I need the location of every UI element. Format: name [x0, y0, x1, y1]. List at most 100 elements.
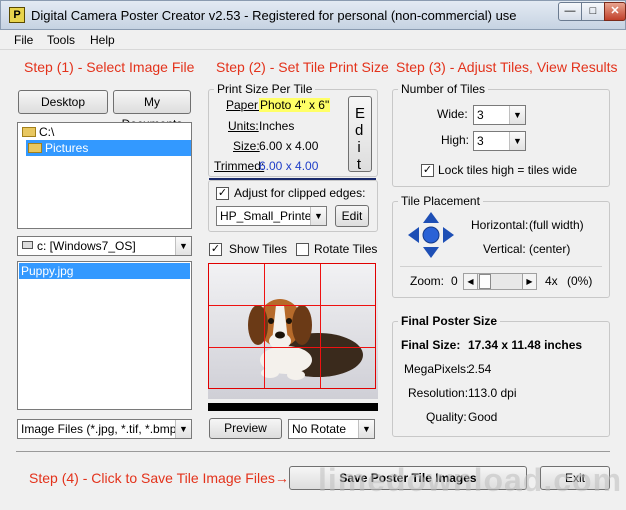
- tile-grid: [208, 263, 376, 389]
- chevron-down-icon: ▼: [175, 237, 191, 255]
- chevron-down-icon: ▼: [509, 106, 525, 124]
- chevron-down-icon: ▼: [509, 132, 525, 150]
- zoom-value: (0%): [567, 274, 593, 288]
- window-title: Digital Camera Poster Creator v2.53 - Re…: [31, 8, 517, 23]
- units-link[interactable]: Units:: [228, 119, 259, 133]
- maximize-icon: □: [589, 5, 597, 17]
- file-item[interactable]: Puppy.jpg: [19, 263, 190, 279]
- vertical-label: Vertical:: [483, 242, 526, 256]
- divider: [400, 266, 602, 267]
- printer-edit-button[interactable]: Edit: [335, 205, 369, 227]
- tile-grid-line: [209, 347, 375, 348]
- step3-heading: Step (3) - Adjust Tiles, View Results: [396, 59, 618, 75]
- wide-select[interactable]: 3 ▼: [473, 105, 526, 125]
- printer-select-value: HP_Small_Printer: [220, 209, 316, 223]
- show-tiles-label: Show Tiles: [229, 242, 288, 256]
- high-select-value: 3: [477, 134, 484, 148]
- rotate-tiles-checkbox[interactable]: [296, 243, 309, 256]
- quality-label: Quality:: [426, 410, 467, 424]
- app-icon: P: [9, 7, 25, 23]
- file-type-filter[interactable]: Image Files (*.jpg, *.tif, *.bmp) ▼: [17, 419, 192, 439]
- size-link[interactable]: Size:: [233, 139, 260, 153]
- watermark-logo: limedownload.com: [318, 462, 623, 498]
- minimize-icon: —: [564, 5, 576, 17]
- rotate-tiles-label: Rotate Tiles: [314, 242, 378, 256]
- menu-bar: File Tools Help: [0, 30, 626, 50]
- step2-heading: Step (2) - Set Tile Print Size: [216, 59, 389, 75]
- direction-arrows-icon: [408, 212, 454, 258]
- step1-heading: Step (1) - Select Image File: [24, 59, 195, 75]
- drive-select[interactable]: c: [Windows7_OS] ▼: [17, 236, 192, 256]
- adjust-label: Adjust for clipped edges:: [234, 186, 366, 200]
- show-tiles-checkbox[interactable]: ✓: [209, 243, 222, 256]
- close-button[interactable]: ✕: [604, 2, 626, 21]
- final-size-value: 17.34 x 11.48 inches: [468, 338, 583, 352]
- drive-icon: [22, 241, 33, 249]
- file-list[interactable]: Puppy.jpg: [17, 261, 192, 410]
- tree-item-label: C:\: [39, 125, 55, 139]
- folder-icon: [22, 127, 36, 137]
- print-size-group-title: Print Size Per Tile: [214, 82, 316, 96]
- direction-pad[interactable]: [406, 210, 456, 260]
- tree-item-pictures[interactable]: Pictures: [26, 140, 191, 156]
- printer-select[interactable]: HP_Small_Printer ▼: [216, 206, 327, 226]
- trimmed-link[interactable]: Trimmed:: [214, 159, 264, 173]
- divider: [16, 451, 610, 452]
- high-label: High:: [441, 133, 470, 147]
- zoom-min-label: 0: [451, 274, 458, 288]
- megapixels-value: 2.54: [468, 362, 492, 376]
- check-icon: ✓: [422, 164, 433, 176]
- chevron-down-icon: ▼: [358, 420, 374, 438]
- wide-label: Wide:: [437, 107, 468, 121]
- desktop-button[interactable]: Desktop: [18, 90, 108, 114]
- trimmed-value: 6.00 x 4.00: [259, 159, 319, 173]
- edit-print-size-button[interactable]: Edit: [348, 96, 372, 173]
- menu-help[interactable]: Help: [90, 33, 115, 47]
- preview-button[interactable]: Preview: [209, 418, 282, 439]
- minimize-button[interactable]: —: [558, 2, 582, 21]
- menu-tools[interactable]: Tools: [47, 33, 75, 47]
- adjust-checkbox[interactable]: ✓: [216, 187, 229, 200]
- edit-vertical-label: Edit: [355, 105, 368, 173]
- zoom-label: Zoom:: [410, 274, 445, 288]
- tile-grid-line: [209, 305, 375, 306]
- vertical-value: (center): [529, 242, 571, 256]
- check-icon: ✓: [210, 243, 221, 255]
- lock-tiles-label: Lock tiles high = tiles wide: [438, 163, 578, 177]
- progress-bar: [208, 403, 378, 411]
- step4-heading: Step (4) - Click to Save Tile Image File…: [29, 470, 289, 486]
- chevron-down-icon: ▼: [175, 420, 191, 438]
- resolution-value: 113.0 dpi: [468, 386, 517, 400]
- tree-item-c-drive[interactable]: C:\: [22, 124, 182, 140]
- tree-item-label: Pictures: [45, 141, 89, 155]
- horizontal-value: (full width): [529, 218, 584, 232]
- high-select[interactable]: 3 ▼: [473, 131, 526, 151]
- units-value: Inches: [259, 119, 295, 133]
- maximize-button[interactable]: □: [581, 2, 605, 21]
- scroll-right-icon[interactable]: ▶: [522, 274, 536, 289]
- scroll-left-icon[interactable]: ◀: [464, 274, 478, 289]
- zoom-max-label: 4x: [545, 274, 558, 288]
- rotate-select-value: No Rotate: [292, 422, 347, 436]
- rotate-select[interactable]: No Rotate ▼: [288, 419, 375, 439]
- zoom-slider-thumb[interactable]: [479, 274, 491, 289]
- my-documents-button[interactable]: My Documents: [113, 90, 191, 131]
- paper-link[interactable]: Paper:: [226, 98, 261, 112]
- tile-grid-line: [264, 264, 265, 388]
- menu-file[interactable]: File: [14, 33, 33, 47]
- lock-tiles-checkbox[interactable]: ✓: [421, 164, 434, 177]
- final-size-label: Final Size:: [401, 338, 461, 352]
- folder-tree[interactable]: C:\ Pictures: [17, 122, 192, 229]
- size-value: 6.00 x 4.00: [259, 139, 319, 153]
- close-icon: ✕: [610, 5, 620, 17]
- chevron-down-icon: ▼: [310, 207, 326, 225]
- resolution-label: Resolution:: [408, 386, 469, 400]
- horizontal-label: Horizontal:: [471, 218, 529, 232]
- final-size-group-title: Final Poster Size: [398, 314, 501, 328]
- wide-select-value: 3: [477, 108, 484, 122]
- paper-value: Photo 4" x 6": [259, 98, 331, 112]
- tile-grid-line: [320, 264, 321, 388]
- placement-group-title: Tile Placement: [398, 194, 483, 208]
- title-bar: P Digital Camera Poster Creator v2.53 - …: [0, 0, 626, 30]
- zoom-slider[interactable]: ◀ ▶: [463, 273, 537, 290]
